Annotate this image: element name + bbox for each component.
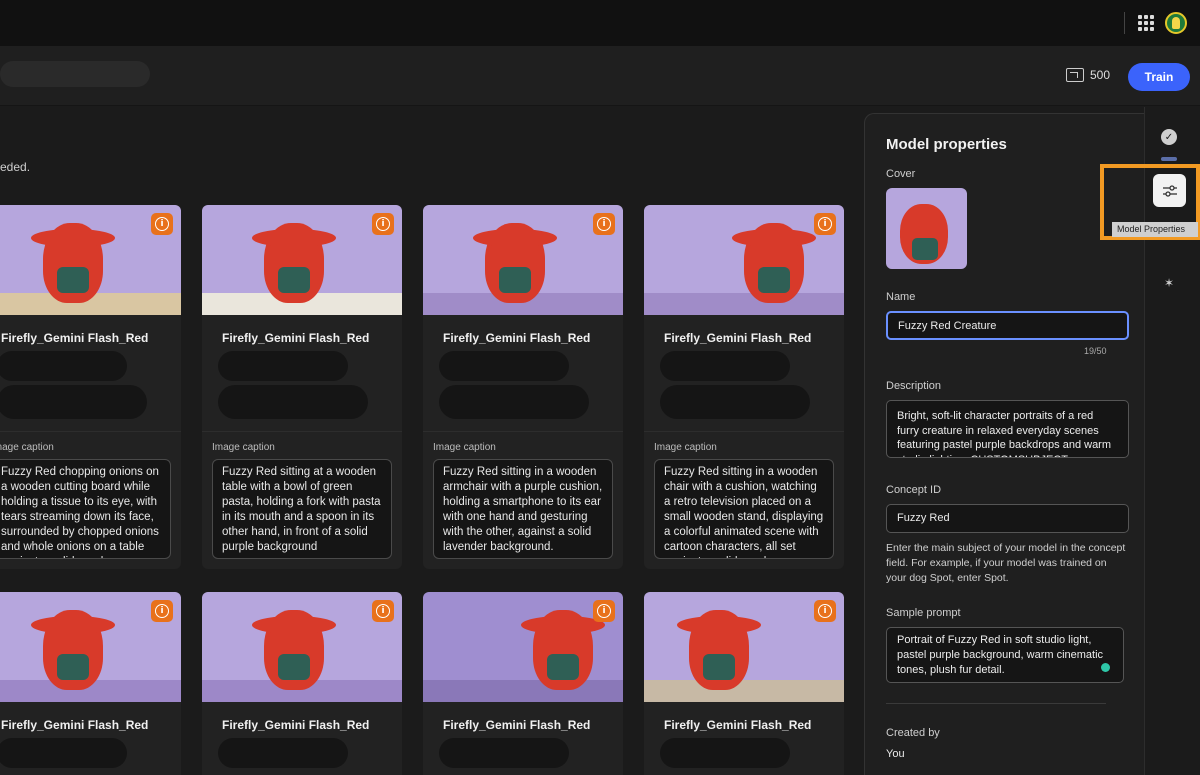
- card-title: Firefly_Gemini Flash_Red: [443, 718, 591, 732]
- caption-field[interactable]: Fuzzy Red sitting in a wooden chair with…: [654, 459, 834, 559]
- info-icon[interactable]: i: [372, 213, 394, 235]
- card-image: i: [0, 205, 181, 315]
- image-card[interactable]: i Firefly_Gemini Flash_Red: [423, 592, 623, 775]
- card-image: i: [0, 592, 181, 702]
- intro-text: eded.: [0, 160, 31, 174]
- concept-help: Enter the main subject of your model in …: [886, 542, 1126, 584]
- image-card[interactable]: i Firefly_Gemini Flash_Red Image caption…: [644, 205, 844, 569]
- concept-field[interactable]: Fuzzy Red: [886, 504, 1129, 533]
- name-counter: 19/50: [1084, 346, 1107, 356]
- panel-title: Model properties: [886, 136, 1007, 153]
- info-icon[interactable]: i: [593, 600, 615, 622]
- sub-header: 500 Train: [0, 46, 1200, 106]
- card-title: Firefly_Gemini Flash_Red: [664, 331, 812, 345]
- avatar[interactable]: [1165, 12, 1187, 34]
- training-images-area: eded. i Firefly_Gemini Flash_Red Image c…: [0, 107, 863, 775]
- redacted-text: [218, 738, 348, 768]
- description-field[interactable]: Bright, soft-lit character portraits of …: [886, 400, 1129, 458]
- caption-label: Image caption: [0, 442, 54, 453]
- image-card[interactable]: i Firefly_Gemini Flash_Red Image caption…: [0, 205, 181, 569]
- redacted-text: [439, 351, 569, 381]
- credits-count: 500: [1090, 68, 1111, 82]
- caption-field[interactable]: Fuzzy Red chopping onions on a wooden cu…: [0, 459, 171, 559]
- apps-grid-icon[interactable]: [1138, 15, 1154, 31]
- redacted-text: [0, 385, 147, 419]
- status-dot-icon: [1101, 663, 1110, 672]
- redacted-text: [660, 385, 810, 419]
- card-title: Firefly_Gemini Flash_Red: [222, 718, 370, 732]
- card-image: i: [644, 205, 844, 315]
- redacted-text: [0, 351, 127, 381]
- info-icon[interactable]: i: [814, 600, 836, 622]
- card-title: Firefly_Gemini Flash_Red: [222, 331, 370, 345]
- card-image: i: [423, 205, 623, 315]
- tooltip: Model Properties: [1112, 222, 1198, 237]
- image-card[interactable]: i Firefly_Gemini Flash_Red Image caption…: [202, 205, 402, 569]
- train-button[interactable]: Train: [1128, 63, 1190, 91]
- image-card[interactable]: i Firefly_Gemini Flash_Red: [0, 592, 181, 775]
- progress-indicator: [1161, 157, 1177, 161]
- redacted-text: [218, 351, 348, 381]
- name-field[interactable]: Fuzzy Red Creature: [886, 311, 1129, 340]
- credits-indicator[interactable]: 500: [1066, 68, 1110, 82]
- redacted-text: [218, 385, 368, 419]
- lighting-icon[interactable]: ✶: [1162, 276, 1176, 290]
- redacted-text: [660, 738, 790, 768]
- redacted-text: [439, 738, 569, 768]
- cover-label: Cover: [886, 168, 916, 180]
- name-label: Name: [886, 291, 916, 303]
- info-icon[interactable]: i: [151, 600, 173, 622]
- card-title: Firefly_Gemini Flash_Red: [664, 718, 812, 732]
- info-icon[interactable]: i: [151, 213, 173, 235]
- image-card[interactable]: i Firefly_Gemini Flash_Red: [202, 592, 402, 775]
- redacted-text: [439, 385, 589, 419]
- image-card[interactable]: i Firefly_Gemini Flash_Red Image caption…: [423, 205, 623, 569]
- caption-field[interactable]: Fuzzy Red sitting in a wooden armchair w…: [433, 459, 613, 559]
- card-image: i: [423, 592, 623, 702]
- card-title: Firefly_Gemini Flash_Red: [1, 331, 149, 345]
- created-by-value: You: [886, 748, 905, 760]
- created-by-label: Created by: [886, 727, 940, 739]
- sample-prompt-field[interactable]: Portrait of Fuzzy Red in soft studio lig…: [886, 627, 1124, 683]
- info-icon[interactable]: i: [814, 213, 836, 235]
- card-image: i: [202, 592, 402, 702]
- card-title: Firefly_Gemini Flash_Red: [1, 718, 149, 732]
- top-bar: [0, 0, 1200, 46]
- topbar-divider: [1124, 12, 1125, 34]
- redacted-text: [660, 351, 790, 381]
- info-icon[interactable]: i: [372, 600, 394, 622]
- card-title: Firefly_Gemini Flash_Red: [443, 331, 591, 345]
- sample-prompt-label: Sample prompt: [886, 607, 961, 619]
- sample-prompt-text: Portrait of Fuzzy Red in soft studio lig…: [897, 634, 1104, 676]
- redacted-text: [0, 738, 127, 768]
- card-image: i: [644, 592, 844, 702]
- caption-label: Image caption: [654, 442, 717, 453]
- cover-image[interactable]: [886, 188, 967, 269]
- checkmark-icon[interactable]: ✓: [1161, 129, 1177, 145]
- divider: [886, 703, 1106, 704]
- concept-label: Concept ID: [886, 484, 942, 496]
- card-image: i: [202, 205, 402, 315]
- caption-label: Image caption: [212, 442, 275, 453]
- description-label: Description: [886, 380, 942, 392]
- info-icon[interactable]: i: [593, 213, 615, 235]
- caption-label: Image caption: [433, 442, 496, 453]
- image-card[interactable]: i Firefly_Gemini Flash_Red: [644, 592, 844, 775]
- model-name-pill: [0, 61, 150, 87]
- caption-field[interactable]: Fuzzy Red sitting at a wooden table with…: [212, 459, 392, 559]
- credits-icon: [1066, 68, 1084, 82]
